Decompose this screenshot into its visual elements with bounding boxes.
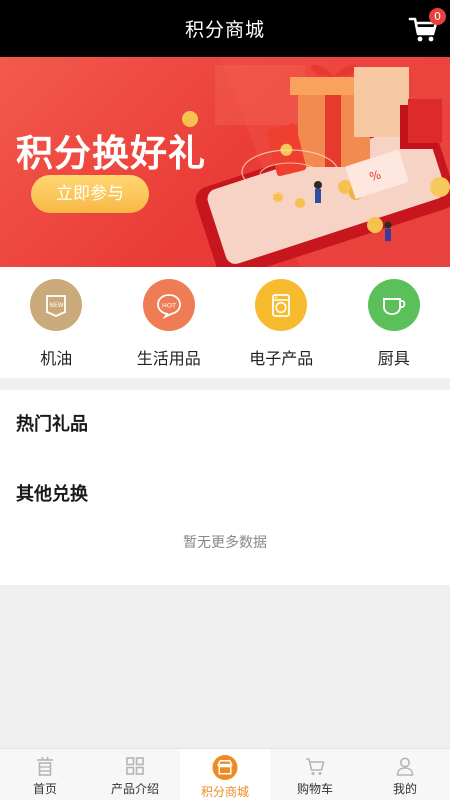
tab-label: 首页 bbox=[32, 782, 57, 796]
oil-tag-icon: NEW bbox=[30, 279, 83, 331]
tab-label: 我的 bbox=[392, 782, 417, 796]
tab-profile[interactable]: 我的 bbox=[360, 749, 450, 800]
other-exchange-heading: 其他兑换 bbox=[16, 484, 88, 505]
hot-chat-icon: HOT bbox=[142, 279, 195, 331]
tab-cart[interactable]: 购物车 bbox=[270, 749, 360, 800]
category-oil[interactable]: NEW 机油 bbox=[0, 267, 113, 378]
category-label: 电子产品 bbox=[249, 349, 314, 368]
bottom-tab-bar: 首页 产品介绍 积分商城 购物车 我的 bbox=[0, 748, 450, 800]
tab-points-mall[interactable]: 积分商城 bbox=[180, 749, 270, 800]
cart-button[interactable]: 0 bbox=[408, 8, 446, 44]
cart-count-badge: 0 bbox=[429, 8, 446, 25]
page-title: 积分商城 bbox=[184, 19, 265, 41]
category-daily-goods[interactable]: HOT 生活用品 bbox=[113, 267, 226, 378]
tab-products[interactable]: 产品介绍 bbox=[90, 749, 180, 800]
tab-label: 购物车 bbox=[296, 782, 333, 796]
grid-icon bbox=[126, 757, 144, 775]
top-navigation-bar: 积分商城 0 bbox=[0, 0, 450, 57]
banner-title: 积分换好礼 bbox=[16, 132, 206, 175]
category-kitchenware[interactable]: 厨具 bbox=[338, 267, 450, 378]
category-label: 机油 bbox=[40, 349, 73, 368]
tab-home[interactable]: 首页 bbox=[0, 749, 90, 800]
shop-icon bbox=[212, 755, 238, 780]
svg-text:HOT: HOT bbox=[162, 302, 176, 310]
washing-machine-icon bbox=[255, 279, 308, 331]
promo-banner[interactable]: % 积分换好礼 立即参与 bbox=[0, 57, 450, 267]
empty-state-text: 暂无更多数据 bbox=[183, 535, 267, 551]
category-grid: NEW 机油 HOT 生活用品 电子产品 厨具 bbox=[0, 267, 450, 378]
cart-icon bbox=[306, 758, 325, 775]
tab-label: 积分商城 bbox=[200, 785, 249, 799]
user-icon bbox=[396, 757, 414, 776]
category-label: 生活用品 bbox=[136, 349, 201, 368]
category-label: 厨具 bbox=[377, 349, 410, 368]
home-icon bbox=[37, 756, 53, 776]
svg-text:NEW: NEW bbox=[50, 302, 64, 309]
tab-label: 产品介绍 bbox=[110, 782, 159, 796]
join-now-button[interactable]: 立即参与 bbox=[31, 175, 149, 213]
hot-gifts-heading: 热门礼品 bbox=[16, 414, 88, 435]
gift-sections: 热门礼品 其他兑换 暂无更多数据 bbox=[0, 390, 450, 585]
cup-icon bbox=[367, 279, 420, 331]
category-electronics[interactable]: 电子产品 bbox=[225, 267, 338, 378]
